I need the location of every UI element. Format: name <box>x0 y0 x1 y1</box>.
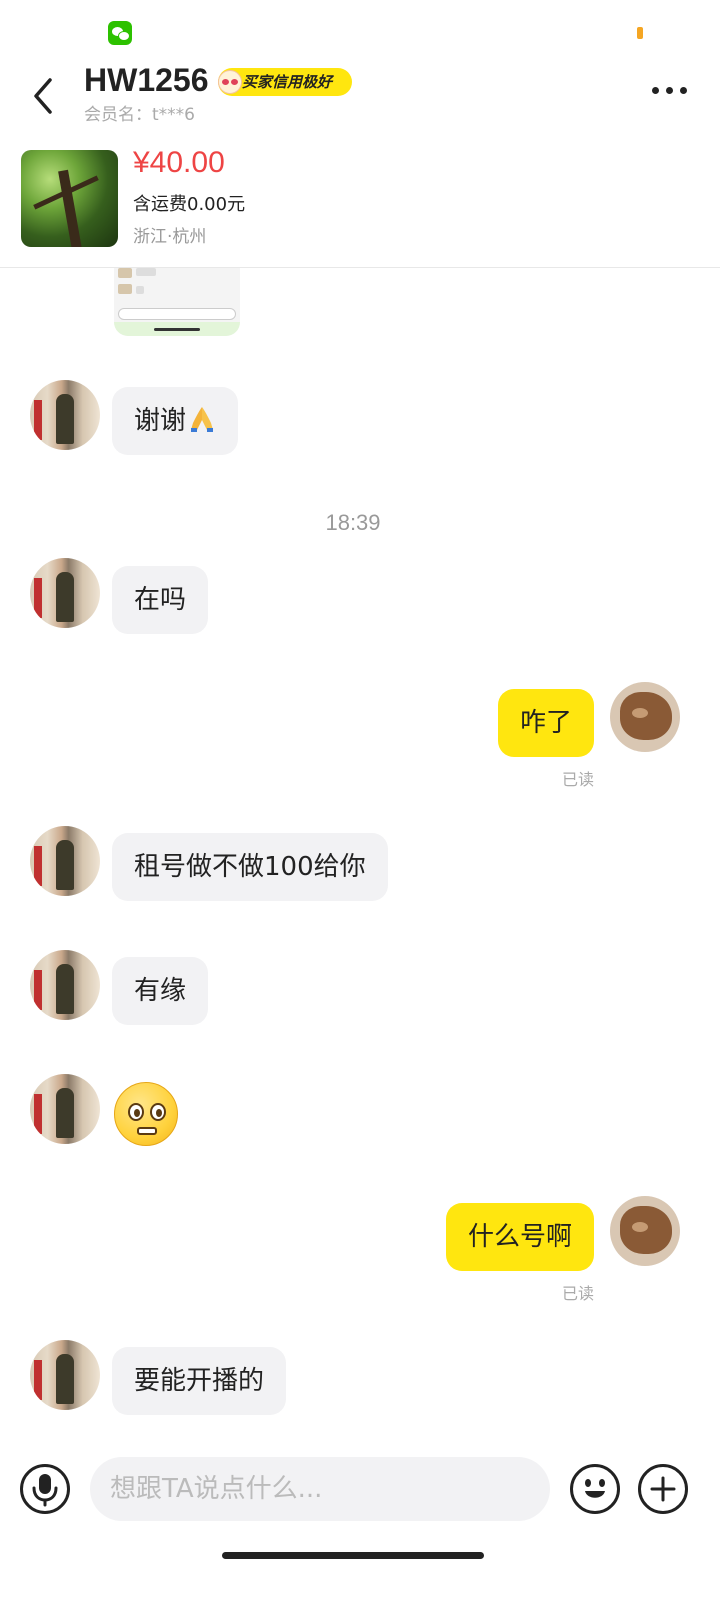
contact-name[interactable]: HW1256 <box>84 62 209 99</box>
home-indicator[interactable] <box>222 1552 484 1559</box>
voice-button[interactable] <box>20 1464 70 1514</box>
avatar[interactable] <box>30 1074 100 1144</box>
avatar[interactable] <box>30 950 100 1020</box>
message-bubble[interactable]: 谢谢 <box>112 387 239 455</box>
read-receipt: 已读 <box>561 1284 594 1303</box>
microphone-icon <box>32 1474 58 1507</box>
emoji-eye <box>128 1103 144 1121</box>
read-receipt: 已读 <box>561 770 594 789</box>
image-label <box>136 286 144 294</box>
flushed-face-emoji-icon[interactable] <box>114 1082 178 1146</box>
product-card[interactable]: ¥40.00 含运费0.00元 浙江·杭州 <box>0 146 720 268</box>
message-text: 谢谢 <box>134 406 187 436</box>
image-row <box>118 284 132 294</box>
avatar[interactable] <box>610 1196 680 1266</box>
product-price: ¥40.00 <box>133 146 225 179</box>
avatar[interactable] <box>30 558 100 628</box>
back-button[interactable] <box>24 68 64 118</box>
chevron-left-icon <box>34 78 52 114</box>
message-bubble[interactable]: 租号做不做100给你 <box>112 833 388 901</box>
message-bubble[interactable]: 有缘 <box>112 957 209 1025</box>
smiley-icon <box>585 1479 605 1498</box>
message-input-bar <box>0 1452 720 1532</box>
product-location: 浙江·杭州 <box>133 227 207 247</box>
product-thumbnail[interactable] <box>21 150 118 247</box>
plus-icon <box>650 1476 676 1502</box>
chat-screen: HW1256 买家信用极好 会员名：t***6 ¥40.00 含运费0.00元 … <box>0 0 720 1600</box>
member-name: 会员名：t***6 <box>84 105 195 125</box>
avatar[interactable] <box>30 826 100 896</box>
avatar[interactable] <box>30 1340 100 1410</box>
emoji-eye <box>150 1103 166 1121</box>
battery-indicator-icon <box>637 27 643 39</box>
more-dots-icon <box>680 87 687 94</box>
message-bubble[interactable]: 要能开播的 <box>112 1347 287 1415</box>
more-dots-icon <box>652 87 659 94</box>
heart-eyes-icon <box>218 70 242 94</box>
image-label <box>136 268 156 276</box>
plus-button[interactable] <box>638 1464 688 1514</box>
chat-header: HW1256 买家信用极好 会员名：t***6 <box>0 60 720 130</box>
credit-badge-label: 买家信用极好 <box>242 73 333 91</box>
message-bubble[interactable]: 在吗 <box>112 566 209 634</box>
message-bubble[interactable]: 咋了 <box>497 689 594 757</box>
message-text: 租号做不做100给你 <box>134 852 366 882</box>
image-row <box>118 268 132 278</box>
avatar[interactable] <box>610 682 680 752</box>
wechat-icon <box>108 21 132 45</box>
avatar[interactable] <box>30 380 100 450</box>
message-text: 有缘 <box>134 976 187 1006</box>
message-timestamp: 18:39 <box>325 510 381 535</box>
emoji-button[interactable] <box>570 1464 620 1514</box>
message-text: 要能开播的 <box>134 1366 265 1396</box>
status-bar <box>0 0 720 60</box>
message-bubble[interactable]: 什么号啊 <box>445 1203 594 1271</box>
message-text: 咋了 <box>519 708 572 738</box>
more-button[interactable] <box>652 78 692 102</box>
image-home-bar <box>154 328 200 331</box>
image-input-bar <box>118 308 236 320</box>
more-dots-icon <box>666 87 673 94</box>
pray-emoji-icon <box>188 391 216 432</box>
emoji-mouth <box>137 1127 157 1135</box>
message-text: 什么号啊 <box>467 1222 572 1252</box>
message-input[interactable] <box>90 1457 550 1521</box>
product-shipping: 含运费0.00元 <box>133 194 246 215</box>
image-message[interactable] <box>114 268 240 336</box>
credit-badge[interactable]: 买家信用极好 <box>218 68 352 96</box>
message-text: 在吗 <box>134 585 187 615</box>
